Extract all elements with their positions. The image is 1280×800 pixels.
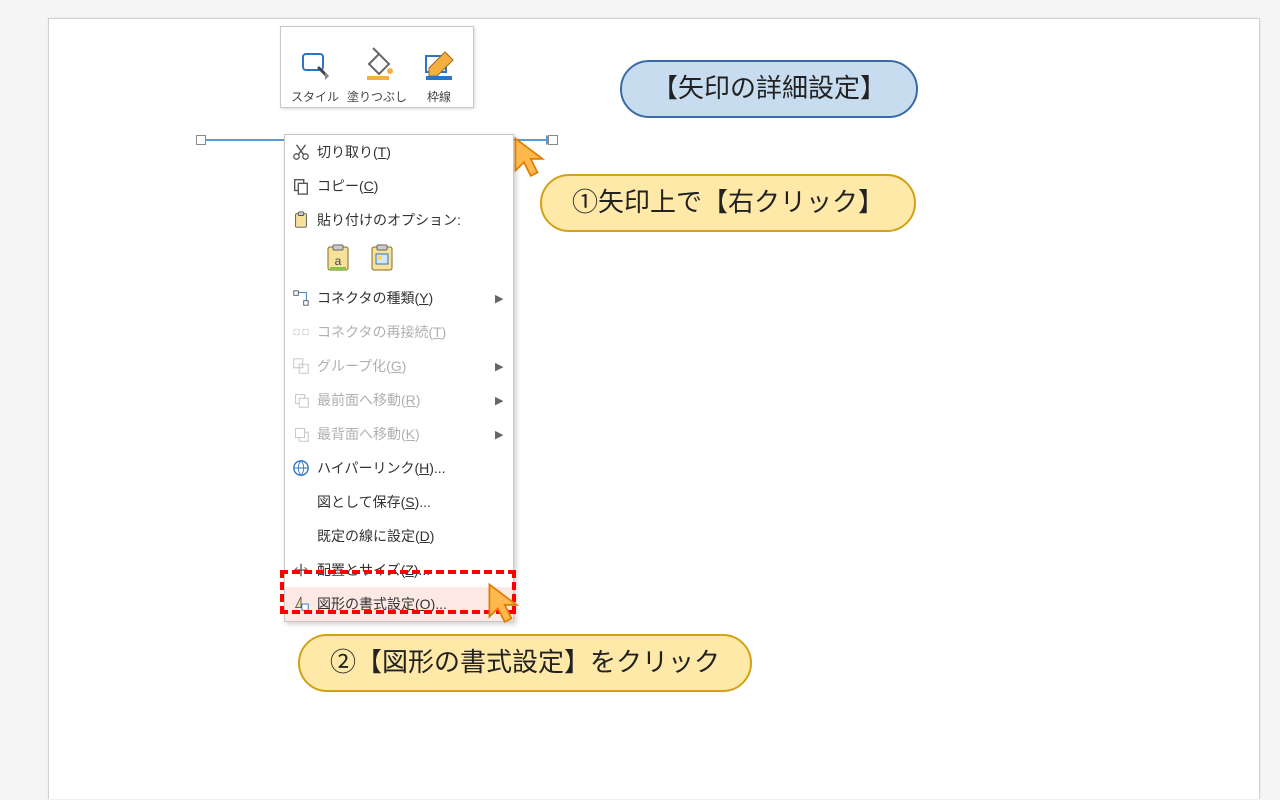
fill-label: 塗りつぶし (347, 88, 407, 105)
back-icon (285, 425, 317, 443)
copy-icon (285, 177, 317, 195)
menu-label: 最前面へ移動(R) (317, 390, 495, 410)
svg-text:a: a (335, 254, 342, 268)
menu-item-reconnect: コネクタの再接続(T) (285, 315, 513, 349)
cut-icon (285, 143, 317, 161)
menu-label: コネクタの種類(Y) (317, 288, 495, 308)
menu-label: 既定の線に設定(D) (317, 526, 495, 546)
style-icon (297, 42, 333, 86)
style-label: スタイル (291, 88, 339, 105)
menu-item-save-as-pic[interactable]: 図として保存(S)... (285, 485, 513, 519)
menu-item-connector-type[interactable]: コネクタの種類(Y)▶ (285, 281, 513, 315)
title-text: 【矢印の詳細設定】 (652, 73, 886, 103)
reconnect-icon (285, 323, 317, 341)
menu-item-paste-options[interactable]: 貼り付けのオプション: (285, 203, 513, 237)
context-menu: 切り取り(T)コピー(C)貼り付けのオプション:aコネクタの種類(Y)▶コネクタ… (284, 134, 514, 622)
style-button[interactable]: スタイル (285, 29, 345, 105)
menu-label: コネクタの再接続(T) (317, 322, 495, 342)
submenu-indicator-icon: ▶ (495, 292, 513, 305)
fill-button[interactable]: 塗りつぶし (347, 29, 407, 105)
border-label: 枠線 (427, 88, 451, 105)
step2-text: ②【図形の書式設定】をクリック (330, 647, 720, 677)
title-balloon: 【矢印の詳細設定】 (620, 60, 918, 118)
menu-item-cut[interactable]: 切り取り(T) (285, 135, 513, 169)
menu-label: 貼り付けのオプション: (317, 210, 495, 230)
format-icon (285, 595, 317, 613)
border-icon (421, 42, 457, 86)
menu-item-group: グループ化(G)▶ (285, 349, 513, 383)
menu-item-format-shape[interactable]: 図形の書式設定(O)... (285, 587, 513, 621)
menu-label: コピー(C) (317, 176, 495, 196)
paste-picture-button[interactable] (367, 243, 397, 273)
submenu-indicator-icon: ▶ (495, 360, 513, 373)
resize-handle-left[interactable] (196, 135, 206, 145)
group-icon (285, 357, 317, 375)
menu-label: グループ化(G) (317, 356, 495, 376)
paste-options-row: a (285, 237, 513, 281)
front-icon (285, 391, 317, 409)
menu-label: 図として保存(S)... (317, 492, 495, 512)
menu-item-size-pos[interactable]: 配置とサイズ(Z)... (285, 553, 513, 587)
step2-balloon: ②【図形の書式設定】をクリック (298, 634, 752, 692)
mini-format-toolbar: スタイル 塗りつぶし 枠線 (280, 26, 474, 108)
menu-item-set-default-line[interactable]: 既定の線に設定(D) (285, 519, 513, 553)
fill-icon (359, 42, 395, 86)
submenu-indicator-icon: ▶ (495, 394, 513, 407)
menu-item-copy[interactable]: コピー(C) (285, 169, 513, 203)
paste-keep-text-button[interactable]: a (323, 243, 353, 273)
menu-label: ハイパーリンク(H)... (317, 458, 495, 478)
submenu-indicator-icon: ▶ (495, 428, 513, 441)
menu-label: 最背面へ移動(K) (317, 424, 495, 444)
menu-label: 切り取り(T) (317, 142, 495, 162)
border-button[interactable]: 枠線 (409, 29, 469, 105)
connector-icon (285, 289, 317, 307)
menu-label: 図形の書式設定(O)... (317, 594, 495, 614)
step1-balloon: ①矢印上で【右クリック】 (540, 174, 916, 232)
resize-handle-right[interactable] (548, 135, 558, 145)
link-icon (285, 459, 317, 477)
menu-item-send-back: 最背面へ移動(K)▶ (285, 417, 513, 451)
step1-text: ①矢印上で【右クリック】 (572, 187, 884, 217)
menu-item-hyperlink[interactable]: ハイパーリンク(H)... (285, 451, 513, 485)
menu-item-bring-front: 最前面へ移動(R)▶ (285, 383, 513, 417)
sizepos-icon (285, 561, 317, 579)
paste-icon (285, 211, 317, 229)
menu-label: 配置とサイズ(Z)... (317, 560, 495, 580)
